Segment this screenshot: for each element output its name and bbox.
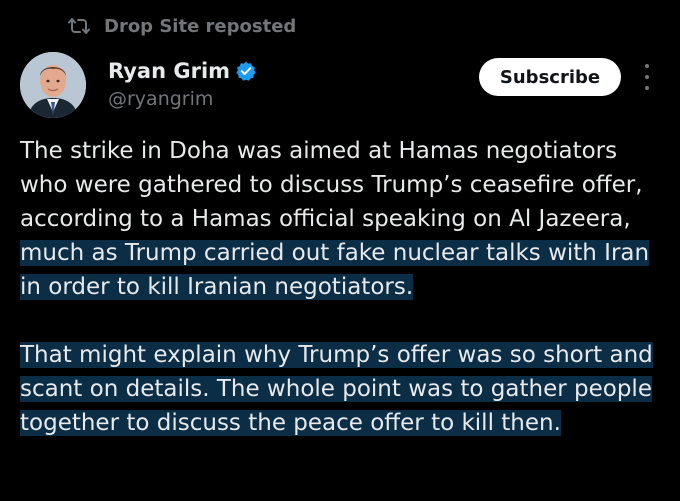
author-name[interactable]: Ryan Grim: [108, 59, 230, 83]
avatar[interactable]: [20, 52, 86, 118]
tweet-text-highlighted: much as Trump carried out fake nuclear t…: [20, 240, 650, 300]
tweet-text-plain: The strike in Doha was aimed at Hamas ne…: [20, 138, 643, 232]
more-vertical-icon[interactable]: [640, 64, 654, 90]
repost-indicator[interactable]: Drop Site reposted: [68, 12, 296, 40]
tweet-paragraph-1: The strike in Doha was aimed at Hamas ne…: [20, 134, 666, 304]
author-handle[interactable]: @ryangrim: [108, 88, 256, 110]
tweet-card: Drop Site reposted Ryan Grim @ryangrim S…: [0, 0, 680, 501]
repost-icon: [68, 16, 90, 36]
tweet-paragraph-2: That might explain why Trump’s offer was…: [20, 338, 666, 440]
author-block: Ryan Grim @ryangrim: [108, 56, 256, 110]
subscribe-button[interactable]: Subscribe: [479, 58, 621, 96]
tweet-text-highlighted-2: That might explain why Trump’s offer was…: [20, 342, 653, 436]
verified-badge-icon[interactable]: [236, 61, 256, 81]
tweet-text: The strike in Doha was aimed at Hamas ne…: [20, 134, 666, 440]
repost-text: Drop Site reposted: [104, 15, 297, 37]
